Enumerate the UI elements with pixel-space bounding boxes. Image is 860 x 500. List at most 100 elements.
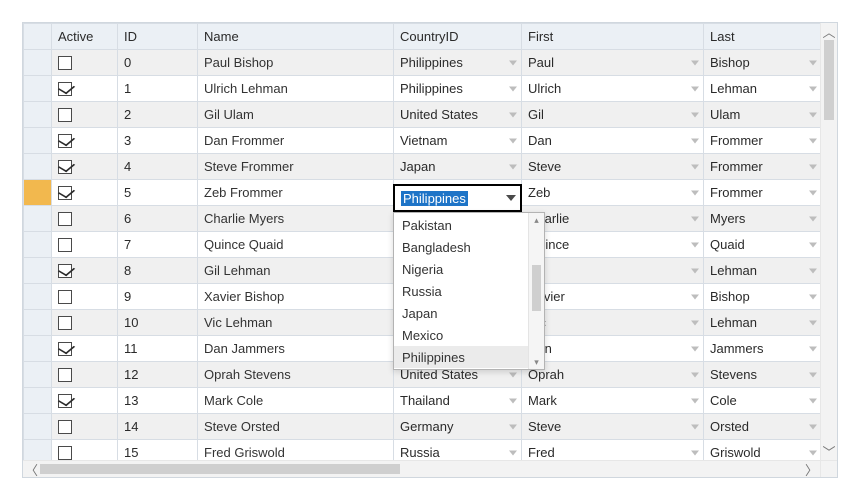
scroll-right-icon[interactable]: 〉 [803, 461, 820, 478]
cell-first[interactable]: Zeb [522, 180, 704, 206]
checkbox[interactable] [58, 290, 72, 304]
dropdown-option[interactable]: Japan [394, 302, 528, 324]
cell-last[interactable]: Ulam [704, 102, 821, 128]
scroll-thumb[interactable] [40, 464, 400, 474]
cell-name[interactable]: Ulrich Lehman [198, 76, 394, 102]
col-header-last[interactable]: Last [704, 24, 821, 50]
cell-name[interactable]: Quince Quaid [198, 232, 394, 258]
dropdown-option[interactable]: Philippines [394, 346, 528, 368]
cell-country[interactable]: United States [394, 102, 522, 128]
cell-name[interactable]: Gil Ulam [198, 102, 394, 128]
cell-name[interactable]: Dan Jammers [198, 336, 394, 362]
cell-id[interactable]: 4 [118, 154, 198, 180]
cell-active[interactable] [52, 50, 118, 76]
cell-last[interactable]: Lehman [704, 76, 821, 102]
row-header[interactable] [24, 362, 52, 388]
cell-id[interactable]: 11 [118, 336, 198, 362]
dropdown-option[interactable]: Russia [394, 280, 528, 302]
scroll-thumb[interactable] [532, 265, 541, 311]
cell-active[interactable] [52, 76, 118, 102]
cell-first[interactable]: Vic [522, 310, 704, 336]
checkbox[interactable] [58, 56, 72, 70]
country-dropdown[interactable]: PakistanBangladeshNigeriaRussiaJapanMexi… [393, 212, 545, 370]
cell-name[interactable]: Oprah Stevens [198, 362, 394, 388]
cell-first[interactable]: Steve [522, 154, 704, 180]
cell-name[interactable]: Zeb Frommer [198, 180, 394, 206]
scroll-left-icon[interactable]: 〈 [23, 461, 40, 478]
dropdown-scrollbar[interactable]: ▴ ▾ [528, 213, 544, 369]
cell-active[interactable] [52, 414, 118, 440]
row-header[interactable] [24, 128, 52, 154]
dropdown-option[interactable]: Mexico [394, 324, 528, 346]
cell-id[interactable]: 14 [118, 414, 198, 440]
cell-first[interactable]: Dan [522, 336, 704, 362]
checkbox[interactable] [58, 160, 72, 174]
row-header[interactable] [24, 440, 52, 461]
cell-name[interactable]: Steve Frommer [198, 154, 394, 180]
row-header[interactable] [24, 310, 52, 336]
cell-first[interactable]: Steve [522, 414, 704, 440]
checkbox[interactable] [58, 238, 72, 252]
cell-first[interactable]: Mark [522, 388, 704, 414]
table-row[interactable]: 3Dan FrommerVietnamDanFrommer [24, 128, 821, 154]
cell-name[interactable]: Steve Orsted [198, 414, 394, 440]
checkbox[interactable] [58, 446, 72, 460]
cell-last[interactable]: Frommer [704, 154, 821, 180]
checkbox[interactable] [58, 108, 72, 122]
cell-last[interactable]: Griswold [704, 440, 821, 461]
cell-id[interactable]: 5 [118, 180, 198, 206]
cell-active[interactable] [52, 102, 118, 128]
cell-last[interactable]: Lehman [704, 310, 821, 336]
row-header[interactable] [24, 388, 52, 414]
cell-id[interactable]: 7 [118, 232, 198, 258]
table-row[interactable]: 4Steve FrommerJapanSteveFrommer [24, 154, 821, 180]
table-row[interactable]: 1Ulrich LehmanPhilippinesUlrichLehman [24, 76, 821, 102]
col-header-countryid[interactable]: CountryID [394, 24, 522, 50]
checkbox[interactable] [58, 342, 72, 356]
cell-last[interactable]: Cole [704, 388, 821, 414]
cell-id[interactable]: 8 [118, 258, 198, 284]
cell-last[interactable]: Bishop [704, 284, 821, 310]
scroll-up-icon[interactable]: ▴ [529, 213, 544, 227]
dropdown-toggle-icon[interactable] [504, 190, 518, 206]
checkbox[interactable] [58, 82, 72, 96]
cell-last[interactable]: Jammers [704, 336, 821, 362]
row-header[interactable] [24, 206, 52, 232]
cell-first[interactable]: Fred [522, 440, 704, 461]
cell-country[interactable]: Japan [394, 154, 522, 180]
cell-name[interactable]: Vic Lehman [198, 310, 394, 336]
cell-id[interactable]: 6 [118, 206, 198, 232]
cell-active[interactable] [52, 206, 118, 232]
country-editor[interactable]: Philippines [393, 184, 522, 212]
cell-name[interactable]: Fred Griswold [198, 440, 394, 461]
cell-id[interactable]: 3 [118, 128, 198, 154]
cell-last[interactable]: Orsted [704, 414, 821, 440]
cell-country[interactable]: Thailand [394, 388, 522, 414]
cell-country[interactable]: Russia [394, 440, 522, 461]
cell-name[interactable]: Mark Cole [198, 388, 394, 414]
row-header[interactable] [24, 102, 52, 128]
checkbox[interactable] [58, 212, 72, 226]
dropdown-option[interactable]: Bangladesh [394, 236, 528, 258]
cell-name[interactable]: Charlie Myers [198, 206, 394, 232]
row-header[interactable] [24, 258, 52, 284]
cell-first[interactable]: Dan [522, 128, 704, 154]
checkbox[interactable] [58, 316, 72, 330]
dropdown-option[interactable]: Nigeria [394, 258, 528, 280]
cell-last[interactable]: Stevens [704, 362, 821, 388]
cell-active[interactable] [52, 310, 118, 336]
vertical-scrollbar[interactable]: ︿ ﹀ [820, 23, 837, 460]
table-row[interactable]: 0Paul BishopPhilippinesPaulBishop [24, 50, 821, 76]
row-header[interactable] [24, 232, 52, 258]
scroll-down-icon[interactable]: ﹀ [821, 443, 837, 460]
cell-id[interactable]: 15 [118, 440, 198, 461]
cell-last[interactable]: Frommer [704, 180, 821, 206]
col-header-name[interactable]: Name [198, 24, 394, 50]
checkbox[interactable] [58, 264, 72, 278]
table-row[interactable]: 15Fred GriswoldRussiaFredGriswold [24, 440, 821, 461]
cell-country[interactable]: Vietnam [394, 128, 522, 154]
checkbox[interactable] [58, 420, 72, 434]
cell-active[interactable] [52, 128, 118, 154]
col-header-active[interactable]: Active [52, 24, 118, 50]
cell-id[interactable]: 12 [118, 362, 198, 388]
